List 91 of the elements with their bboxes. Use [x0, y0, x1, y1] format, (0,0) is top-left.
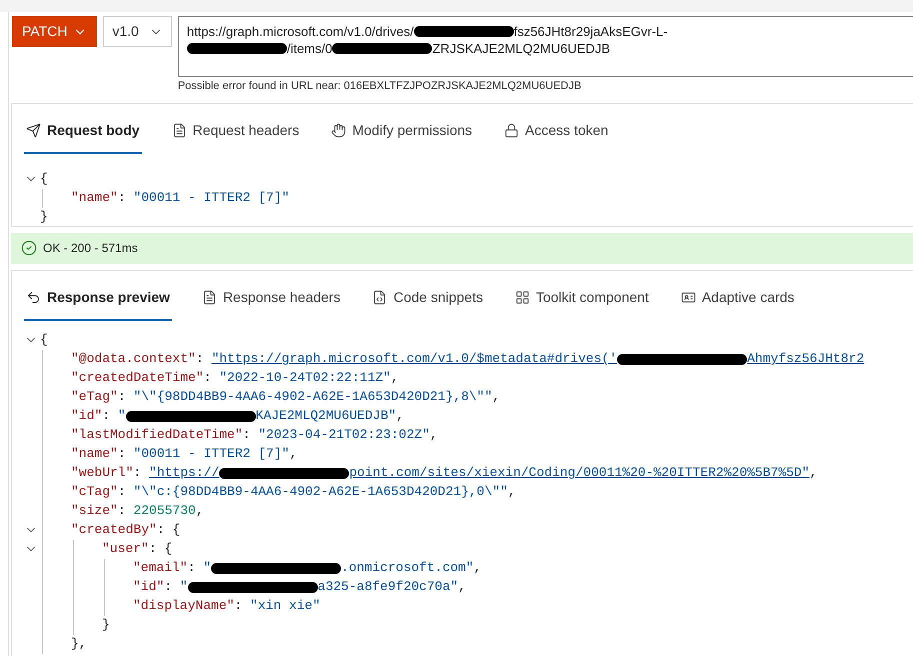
punctuation: {: [40, 331, 48, 350]
json-key: "id": [133, 577, 164, 597]
code-file-icon: [372, 290, 388, 305]
json-key: "name": [71, 444, 118, 464]
json-link[interactable]: "https://graph.microsoft.com/v1.0/$metadata#drives(': [211, 349, 618, 369]
tab[interactable]: Request body: [24, 110, 142, 154]
hand-icon: [331, 123, 346, 138]
document-icon: [202, 290, 217, 305]
lock-icon: [504, 123, 520, 138]
url-text: https://graph.microsoft.com/v1.0/drives/: [186, 23, 414, 40]
json-string: KAJE2MLQ2MU6UEDJB": [256, 407, 396, 426]
url-text: fsz56JHt8r29jaAksEGvr-L-: [514, 23, 668, 40]
json-link[interactable]: "https://: [149, 463, 220, 483]
json-key: "id": [71, 406, 102, 426]
punctuation: }: [40, 208, 48, 226]
undo-arrow-icon: [26, 290, 41, 305]
punctuation: :: [102, 407, 112, 426]
json-key: "email": [133, 558, 188, 578]
punctuation: ,: [474, 559, 482, 578]
json-key: "eTag": [71, 387, 118, 407]
tab[interactable]: Response headers: [200, 276, 342, 320]
json-string: ": [118, 407, 126, 426]
json-key: "@odata.context": [71, 349, 196, 369]
json-key: "size": [71, 501, 118, 521]
json-key: "webUrl": [71, 463, 134, 483]
punctuation: ,: [289, 445, 298, 464]
json-string: "2023-04-21T02:23:02Z": [258, 426, 430, 444]
document-icon: [172, 123, 187, 138]
check-icon: [21, 240, 37, 256]
json-key: "name": [71, 188, 118, 208]
punctuation: :: [118, 483, 127, 502]
punctuation: ,: [430, 426, 438, 444]
url-field[interactable]: https://graph.microsoft.com/v1.0/drives/ fsz56JHt8r29jaAksEGvr-L- /items/0 ZRJSKAJE2MLQ2MU6UEDJB: [178, 16, 913, 77]
punctuation: ,: [810, 464, 818, 482]
tab[interactable]: Modify permissions: [329, 110, 474, 154]
json-key: "cTag": [71, 482, 118, 502]
json-string: "2022-10-24T02:22:11Z": [219, 369, 391, 388]
json-number: 22055730: [133, 502, 196, 520]
punctuation: : {: [156, 521, 180, 540]
json-string: ": [180, 578, 188, 596]
punctuation: :: [118, 445, 127, 464]
card-icon: [680, 290, 696, 305]
punctuation: :: [242, 426, 252, 444]
punctuation: :: [164, 578, 174, 596]
url-warning: Possible error found in URL near: 016EBXLTFZJPOZRJSKAJE2MLQ2MU6UEDJB: [178, 79, 582, 94]
tab[interactable]: Access token: [502, 110, 610, 154]
punctuation: ,: [508, 483, 516, 502]
tab[interactable]: Response preview: [24, 276, 172, 320]
punctuation: },: [71, 635, 87, 654]
json-link[interactable]: Ahmyfsz56JHt8r2: [747, 349, 864, 369]
method-dropdown[interactable]: PATCH: [12, 16, 98, 47]
send-icon: [26, 123, 41, 138]
json-link[interactable]: point.com/sites/xiexin/Coding/00011%20-%20ITTER2%20%5B7%5D": [349, 463, 810, 483]
punctuation: : {: [148, 540, 172, 558]
punctuation: {: [40, 170, 48, 188]
punctuation: ,: [492, 388, 500, 406]
json-string: a325-a8fe9f20c70a": [318, 578, 458, 596]
json-string: ": [203, 559, 212, 578]
json-key: "user": [102, 539, 149, 559]
json-string: "\"c:{98DD4BB9-4AA6-4902-A62E-1A653D420D21},0\"": [133, 483, 508, 502]
json-string: "xin xie": [250, 597, 320, 616]
tab[interactable]: Adaptive cards: [678, 276, 796, 320]
punctuation: :: [118, 388, 127, 406]
json-string: "00011 - ITTER2 [7]": [133, 445, 290, 464]
json-key: "lastModifiedDateTime": [71, 425, 243, 445]
version-dropdown[interactable]: v1.0: [103, 16, 172, 47]
punctuation: }: [102, 616, 110, 634]
punctuation: :: [118, 502, 127, 520]
tab[interactable]: Code snippets: [370, 276, 485, 320]
tab[interactable]: Toolkit component: [512, 276, 651, 320]
punctuation: :: [234, 597, 244, 616]
punctuation: ,: [390, 369, 399, 388]
punctuation: ,: [196, 502, 204, 520]
json-key: "createdBy": [71, 520, 157, 540]
punctuation: :: [188, 559, 196, 578]
grid-icon: [514, 290, 530, 305]
punctuation: ,: [396, 407, 404, 426]
json-string: "00011 - ITTER2 [7]": [133, 189, 290, 208]
json-key: "createdDateTime": [71, 368, 204, 388]
url-text: ZRJSKAJE2MLQ2MU6UEDJB: [432, 40, 610, 57]
punctuation: :: [133, 464, 142, 482]
json-key: "displayName": [133, 596, 234, 616]
json-string: "\"{98DD4BB9-4AA6-4902-A62E-1A653D420D21},8\"": [133, 388, 492, 406]
punctuation: :: [204, 369, 212, 388]
json-string: .onmicrosoft.com": [341, 559, 474, 578]
status-text: OK - 200 - 571ms: [43, 240, 138, 257]
punctuation: ,: [458, 578, 466, 596]
punctuation: :: [118, 189, 127, 208]
tab[interactable]: Request headers: [170, 110, 302, 154]
punctuation: :: [196, 350, 205, 368]
url-text: /items/0: [286, 40, 332, 57]
